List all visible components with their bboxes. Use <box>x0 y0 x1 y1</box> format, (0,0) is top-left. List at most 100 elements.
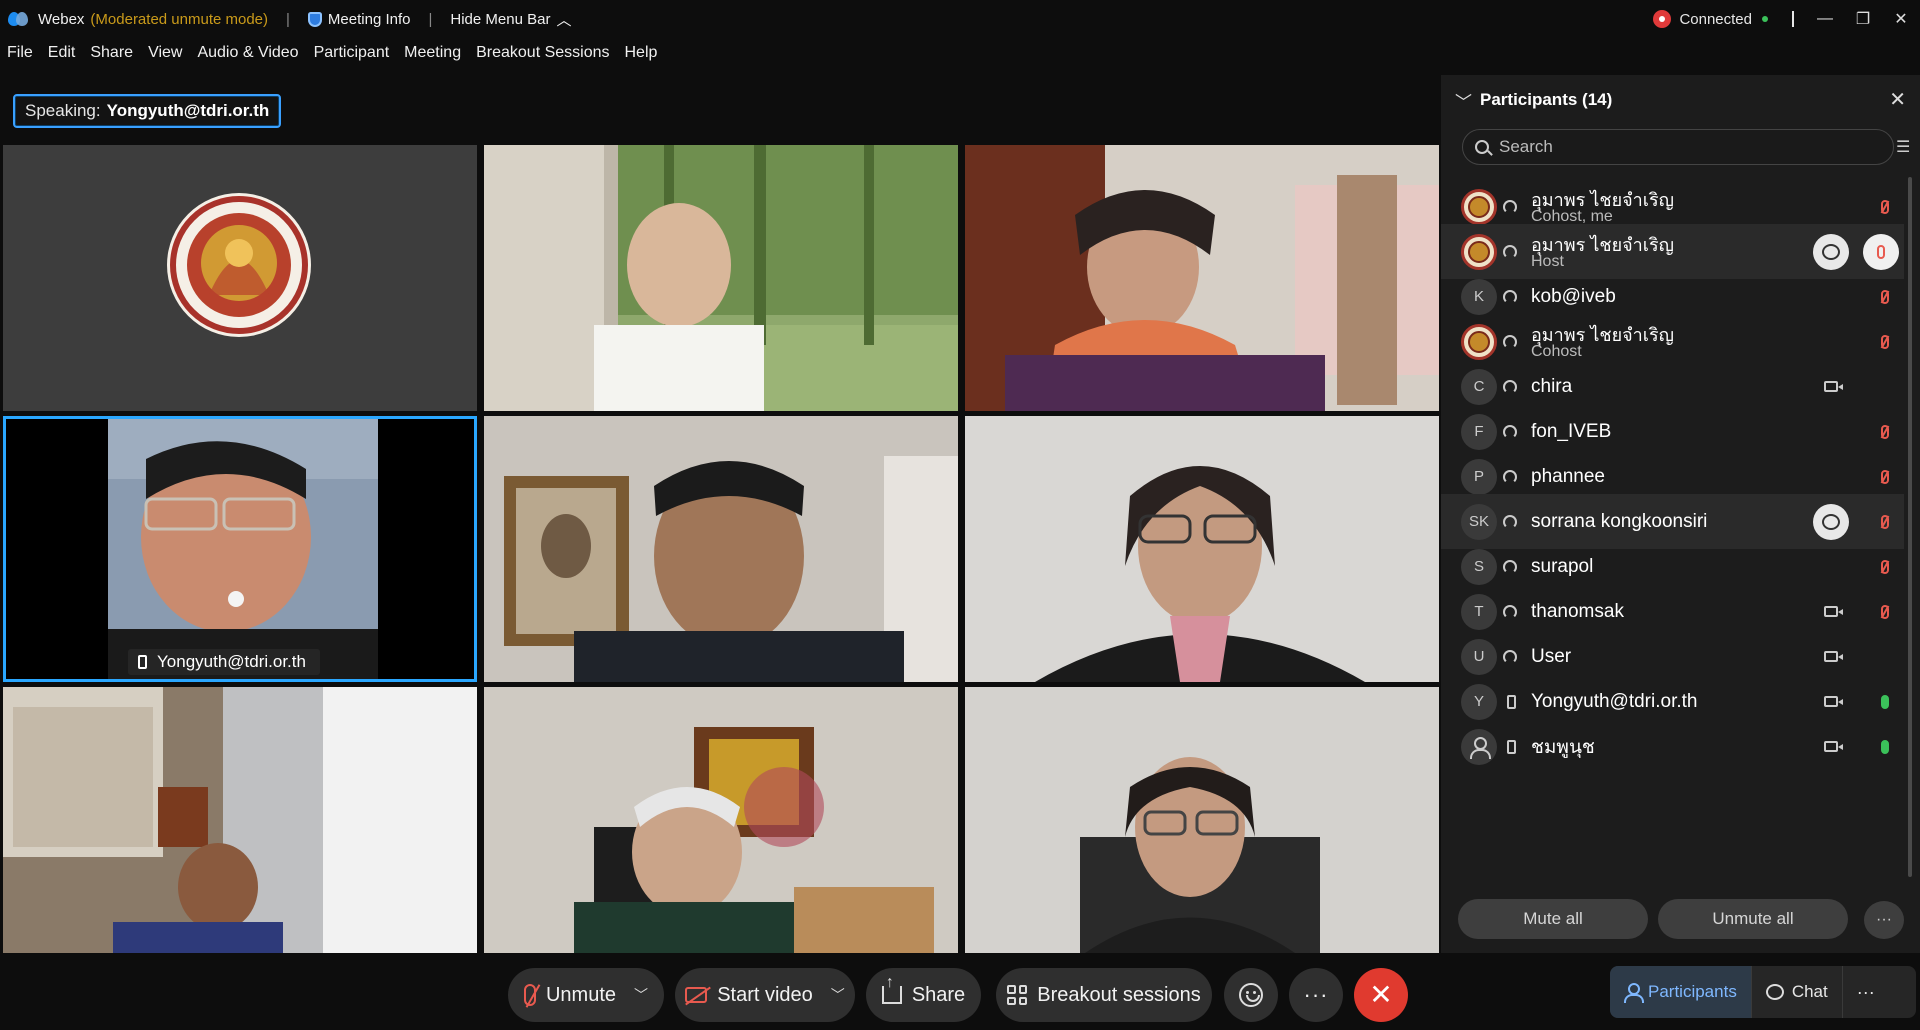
headset-icon <box>1503 334 1517 349</box>
speaking-label: Speaking: <box>25 101 101 120</box>
breakout-sessions-label: Breakout sessions <box>1037 983 1201 1006</box>
microphone-muted-icon[interactable] <box>1881 469 1889 484</box>
microphone-on-icon[interactable] <box>1881 739 1889 754</box>
microphone-muted-icon[interactable] <box>1881 199 1889 214</box>
more-icon: ··· <box>1856 981 1875 1002</box>
headset-icon <box>1503 649 1517 664</box>
video-tile[interactable] <box>3 145 477 411</box>
headset-icon <box>1503 604 1517 619</box>
emoji-icon <box>1239 983 1263 1007</box>
title-bar: Webex (Moderated unmute mode) | Meeting … <box>0 0 1920 38</box>
tab-participants[interactable]: Participants <box>1610 966 1751 1018</box>
meeting-info-label: Meeting Info <box>327 10 411 28</box>
unmute-all-button[interactable]: Unmute all <box>1658 899 1848 939</box>
share-button[interactable]: Share <box>866 968 981 1022</box>
meeting-info-button[interactable]: Meeting Info <box>307 10 411 28</box>
webex-logo-icon <box>8 11 30 27</box>
menu-file[interactable]: File <box>7 44 33 70</box>
menu-help[interactable]: Help <box>625 44 658 70</box>
participant-row[interactable]: ชมพูนุช <box>1441 719 1904 774</box>
menu-breakout-sessions[interactable]: Breakout Sessions <box>476 44 609 70</box>
headset-icon <box>1503 469 1517 484</box>
microphone-on-icon[interactable] <box>1881 694 1889 709</box>
close-window-button[interactable]: ✕ <box>1882 0 1920 38</box>
headset-icon <box>1503 559 1517 574</box>
headset-icon <box>1503 424 1517 439</box>
chat-icon[interactable] <box>1813 503 1849 540</box>
menu-audio-video[interactable]: Audio & Video <box>197 44 298 70</box>
participant-video <box>965 416 1439 682</box>
participant-name: User <box>1531 645 1572 667</box>
mute-all-button[interactable]: Mute all <box>1458 899 1648 939</box>
microphone-muted-icon[interactable] <box>1881 514 1889 529</box>
tab-chat-label: Chat <box>1791 982 1828 1001</box>
more-options-button[interactable]: ··· <box>1289 968 1343 1022</box>
chat-icon[interactable] <box>1813 233 1849 270</box>
participant-video <box>3 687 477 953</box>
video-grid: Yongyuth@tdri.or.th <box>3 145 1439 953</box>
organization-seal-image <box>3 145 477 411</box>
chevron-down-icon[interactable]: ﹀ <box>831 985 845 1005</box>
panel-scrollbar[interactable] <box>1908 177 1912 877</box>
participant-name: ชมพูนุช <box>1531 736 1595 758</box>
chat-icon <box>1765 984 1784 1000</box>
menu-view[interactable]: View <box>148 44 182 70</box>
moderated-mode-label: (Moderated unmute mode) <box>90 10 269 28</box>
microphone-muted-icon[interactable] <box>1881 604 1889 619</box>
participant-video <box>965 687 1439 953</box>
panel-more-button[interactable]: ··· <box>1864 901 1904 939</box>
headset-icon <box>1503 379 1517 394</box>
start-video-label: Start video <box>717 983 813 1006</box>
start-video-button[interactable]: Start video ﹀ <box>675 968 855 1022</box>
phone-icon <box>138 655 147 669</box>
microphone-muted-icon[interactable] <box>1881 289 1889 304</box>
sort-icon[interactable]: ☰ <box>1896 137 1916 157</box>
camera-off-icon <box>685 987 708 1003</box>
hide-menu-bar-button[interactable]: Hide Menu Bar ︿ <box>450 9 571 30</box>
menu-bar: File Edit Share View Audio & Video Parti… <box>0 44 665 70</box>
tab-chat[interactable]: Chat <box>1752 966 1842 1018</box>
video-tile[interactable] <box>484 416 958 682</box>
video-tile[interactable] <box>965 145 1439 411</box>
leave-meeting-button[interactable]: ✕ <box>1354 968 1408 1022</box>
active-speaker-tile[interactable]: Yongyuth@tdri.or.th <box>3 416 477 682</box>
menu-edit[interactable]: Edit <box>48 44 76 70</box>
reactions-button[interactable] <box>1224 968 1278 1022</box>
share-label: Share <box>911 983 966 1006</box>
video-tile[interactable] <box>484 687 958 953</box>
video-tile[interactable] <box>3 687 477 953</box>
microphone-muted-icon[interactable] <box>1881 334 1889 349</box>
window-controls: Connected — ❐ ✕ <box>1653 0 1920 38</box>
video-tile[interactable] <box>965 416 1439 682</box>
video-tile[interactable] <box>484 145 958 411</box>
breakout-sessions-button[interactable]: Breakout sessions <box>996 968 1212 1022</box>
microphone-muted-icon <box>523 984 536 1006</box>
microphone-muted-icon[interactable] <box>1881 559 1889 574</box>
microphone-muted-icon[interactable] <box>1881 424 1889 439</box>
participant-video <box>484 687 958 953</box>
video-tile[interactable] <box>965 687 1439 953</box>
participants-title: Participants (14) <box>1480 90 1613 109</box>
video-icon <box>1824 606 1843 617</box>
avatar: U <box>1461 638 1497 675</box>
participant-name: sorrana kongkoonsiri <box>1531 510 1708 532</box>
participant-video <box>6 419 474 679</box>
mute-participant-button[interactable] <box>1863 233 1899 270</box>
video-icon <box>1824 741 1843 752</box>
avatar <box>1461 188 1497 225</box>
avatar: K <box>1461 278 1497 315</box>
menu-meeting[interactable]: Meeting <box>404 44 461 70</box>
search-input[interactable] <box>1499 137 1859 157</box>
close-panel-icon[interactable]: ✕ <box>1889 87 1906 112</box>
more-tabs-button[interactable]: ··· <box>1843 966 1889 1018</box>
unmute-button[interactable]: Unmute ﹀ <box>508 968 664 1022</box>
participant-name: fon_IVEB <box>1531 420 1612 442</box>
avatar: SK <box>1461 503 1497 540</box>
menu-participant[interactable]: Participant <box>314 44 390 70</box>
restore-button[interactable]: ❐ <box>1844 0 1882 38</box>
minimize-button[interactable]: — <box>1806 0 1844 38</box>
chevron-down-icon[interactable]: ﹀ <box>1455 88 1472 113</box>
phone-icon <box>1507 739 1516 754</box>
chevron-down-icon[interactable]: ﹀ <box>634 985 648 1005</box>
menu-share[interactable]: Share <box>90 44 133 70</box>
